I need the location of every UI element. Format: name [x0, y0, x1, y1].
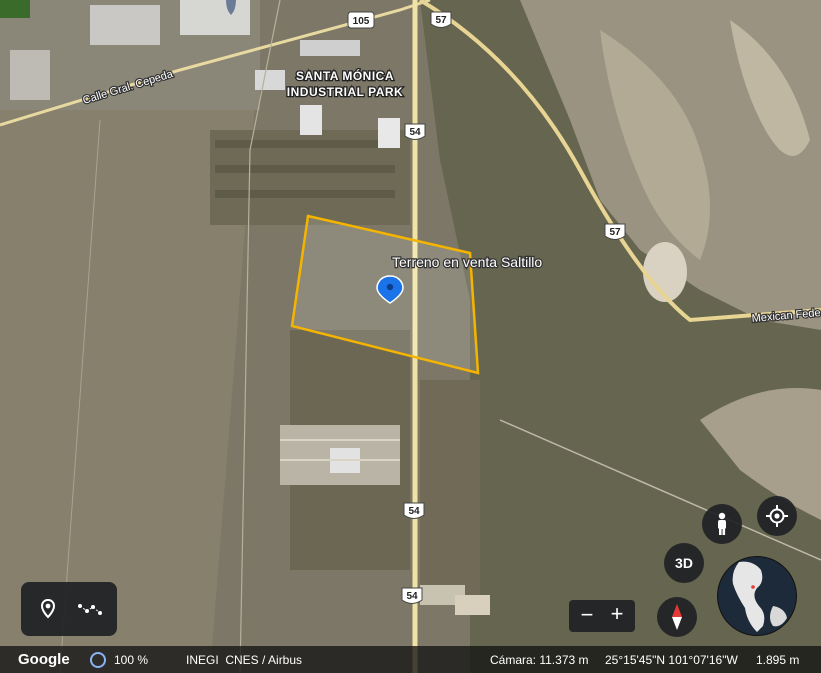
highway-shield-54-mid: 54 [403, 502, 425, 519]
highway-shield-57-top: 57 [430, 11, 452, 28]
three-d-label: 3D [675, 555, 693, 571]
tools-panel [21, 582, 117, 636]
place-marker-label[interactable]: Terreno en venta Saltillo [391, 253, 544, 271]
svg-text:54: 54 [408, 506, 420, 517]
map-pin-icon[interactable] [37, 598, 59, 620]
my-location-icon[interactable] [757, 496, 797, 536]
highway-shield-57-east: 57 [604, 223, 626, 240]
svg-text:54: 54 [406, 591, 418, 602]
three-d-button[interactable]: 3D [664, 543, 704, 583]
zoom-in-button[interactable]: + [607, 601, 627, 627]
attribution: INEGI CNES / Airbus [186, 653, 303, 667]
zoom-percent: 100 % [114, 653, 149, 667]
coordinates: 25°15'45"N 101°07'16"W [605, 653, 738, 667]
svg-text:54: 54 [409, 127, 421, 138]
zoom-out-button[interactable]: − [577, 602, 597, 628]
google-logo: Google [18, 651, 70, 668]
svg-text:105: 105 [353, 16, 370, 27]
status-bar: Google 100 % INEGI CNES / Airbus Cámara:… [0, 646, 821, 673]
zoom-progress-icon [90, 652, 106, 668]
industrial-park-label-line2[interactable]: INDUSTRIAL PARK [286, 84, 404, 101]
svg-text:57: 57 [609, 227, 621, 238]
path-icon[interactable] [77, 598, 103, 620]
highway-shield-105: 105 [347, 11, 375, 29]
camera-altitude: Cámara: 11.373 m [490, 653, 589, 667]
quarry [643, 242, 687, 302]
zoom-control: − + [569, 600, 635, 632]
svg-text:57: 57 [435, 15, 447, 26]
elevation: 1.895 m [756, 653, 800, 667]
pegman-icon[interactable] [702, 504, 742, 544]
compass-icon[interactable] [657, 597, 697, 637]
highway-shield-54-bottom: 54 [401, 587, 423, 604]
industrial-park-label-line1[interactable]: SANTA MÓNICA [295, 67, 395, 85]
highway-shield-54-top: 54 [404, 123, 426, 140]
globe-icon[interactable] [717, 556, 797, 636]
